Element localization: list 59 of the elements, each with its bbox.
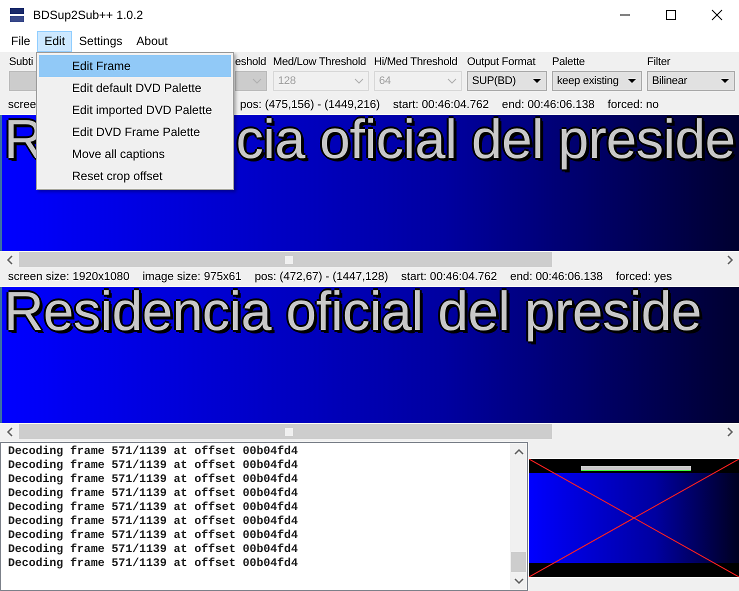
field-label: Hi/Med Threshold bbox=[374, 55, 458, 69]
dropdown[interactable]: Bilinear bbox=[647, 71, 735, 91]
menu-entry[interactable]: Edit imported DVD Palette bbox=[39, 99, 231, 121]
caption-text: cia oficial del preside bbox=[236, 115, 736, 169]
menu-entry[interactable]: Move all captions bbox=[39, 143, 231, 165]
dropdown-arrow-icon bbox=[720, 78, 730, 84]
log-line: Decoding frame 571/1139 at offset 00b04fd4 bbox=[8, 515, 299, 529]
scroll-up-icon[interactable] bbox=[514, 448, 524, 456]
menu-item[interactable]: Settings bbox=[72, 30, 130, 52]
menu-item[interactable]: Edit bbox=[37, 30, 72, 52]
scroll-right-icon[interactable] bbox=[726, 254, 734, 264]
menu-entry[interactable]: Edit DVD Frame Palette bbox=[39, 121, 231, 143]
info-text: pos: (472,67) - (1447,128) bbox=[254, 270, 388, 283]
scroll-right-icon[interactable] bbox=[726, 426, 734, 436]
dropdown[interactable]: SUP(BD) bbox=[467, 71, 547, 91]
field-label: eshold bbox=[235, 55, 266, 69]
menu-item[interactable]: File bbox=[4, 30, 38, 52]
dropdown-arrow-icon bbox=[627, 78, 637, 84]
info-text: scree bbox=[8, 98, 36, 111]
scroll-thumb[interactable] bbox=[19, 424, 552, 439]
log-line: Decoding frame 571/1139 at offset 00b04fd4 bbox=[8, 543, 299, 557]
log-line: Decoding frame 571/1139 at offset 00b04fd4 bbox=[8, 445, 299, 459]
info-text: screen size: 1920x1080 bbox=[8, 270, 130, 283]
log-line: Decoding frame 571/1139 at offset 00b04fd4 bbox=[8, 529, 299, 543]
field-label: Subti bbox=[9, 55, 34, 69]
close-icon[interactable] bbox=[711, 9, 723, 21]
info-text: forced: yes bbox=[616, 270, 672, 283]
field-label: Med/Low Threshold bbox=[273, 55, 366, 69]
log-line: Decoding frame 571/1139 at offset 00b04fd4 bbox=[8, 459, 299, 473]
window-title: BDSup2Sub++ 1.0.2 bbox=[33, 7, 144, 24]
scroll-thumb[interactable] bbox=[19, 252, 552, 267]
dropdown[interactable]: keep existing bbox=[552, 71, 642, 91]
info-text: forced: no bbox=[608, 98, 659, 111]
menu-entry[interactable]: Edit Frame bbox=[39, 55, 231, 77]
menu-entry[interactable]: Reset crop offset bbox=[39, 165, 231, 187]
log-line: Decoding frame 571/1139 at offset 00b04fd4 bbox=[8, 557, 299, 571]
field-label: Output Format bbox=[467, 55, 536, 69]
info-text: image size: 975x61 bbox=[142, 270, 242, 283]
field-label: Filter bbox=[647, 55, 670, 69]
log-line: Decoding frame 571/1139 at offset 00b04fd4 bbox=[8, 501, 299, 515]
maximize-icon[interactable] bbox=[665, 9, 677, 21]
info-text: pos: (475,156) - (1449,216) bbox=[240, 98, 380, 111]
scroll-left-icon[interactable] bbox=[6, 426, 14, 436]
scroll-left-icon[interactable] bbox=[6, 254, 14, 264]
log-line: Decoding frame 571/1139 at offset 00b04fd4 bbox=[8, 487, 299, 501]
info-text: start: 00:46:04.762 bbox=[401, 270, 498, 283]
scroll-down-icon[interactable] bbox=[514, 577, 524, 585]
caption-text: Residencia oficial del preside bbox=[4, 287, 702, 341]
app-logo-icon bbox=[9, 7, 25, 23]
info-text: end: 00:46:06.138 bbox=[502, 98, 595, 111]
vertical-scrollbar[interactable] bbox=[510, 443, 527, 590]
scroll-thumb[interactable] bbox=[511, 552, 526, 572]
menu-item[interactable]: About bbox=[129, 30, 175, 52]
info-text: end: 00:46:06.138 bbox=[510, 270, 603, 283]
menu-entry[interactable]: Edit default DVD Palette bbox=[39, 77, 231, 99]
dropdown-arrow-icon bbox=[532, 78, 542, 84]
info-text: start: 00:46:04.762 bbox=[393, 98, 489, 111]
log-line: Decoding frame 571/1139 at offset 00b04fd4 bbox=[8, 473, 299, 487]
field-label: Palette bbox=[552, 55, 585, 69]
